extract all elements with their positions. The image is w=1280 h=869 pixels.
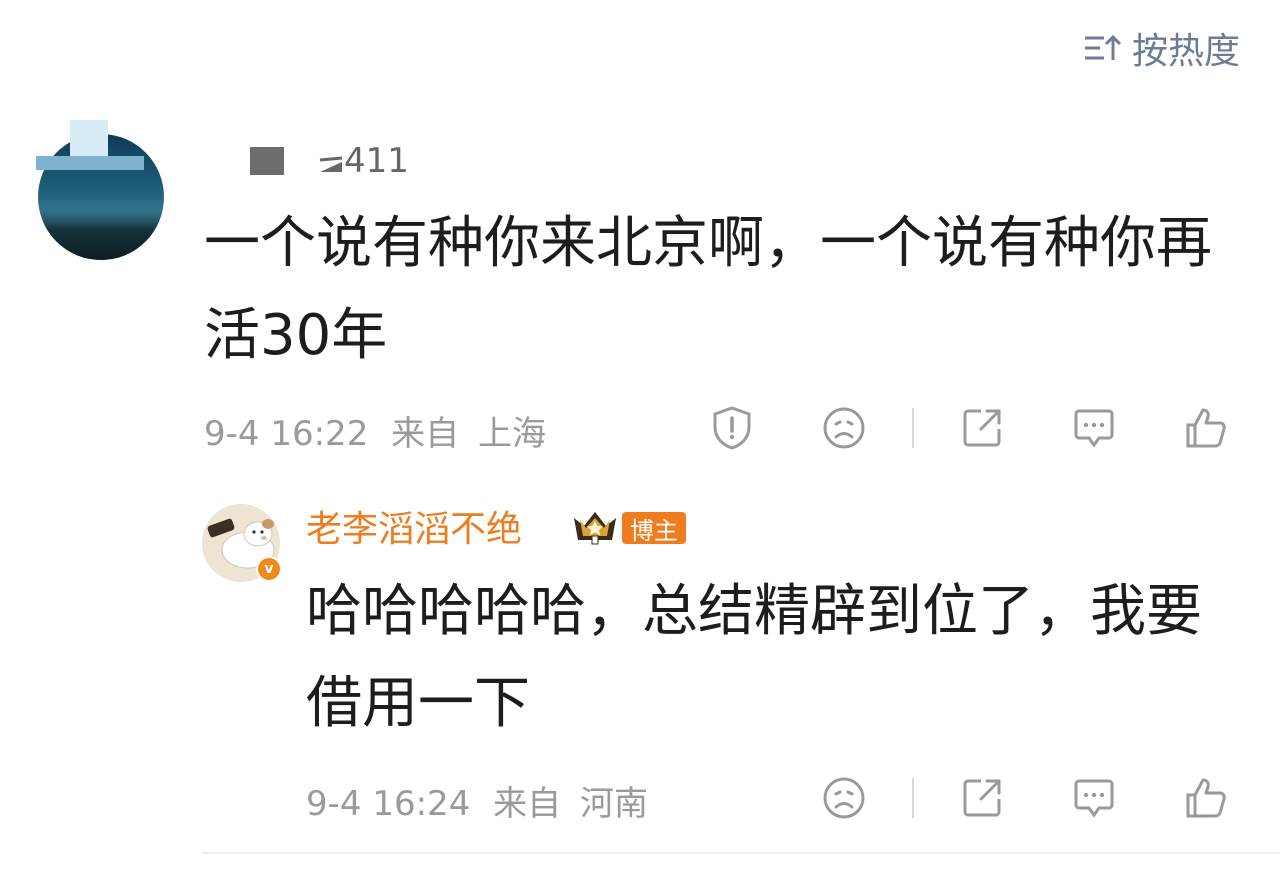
- source-prefix: 来自: [493, 784, 562, 824]
- comment-icon[interactable]: [1070, 774, 1118, 822]
- crown-icon: [570, 506, 620, 550]
- sort-label: 按热度: [1131, 31, 1240, 72]
- comment-time: 9-4 16:22: [204, 414, 369, 454]
- dislike-icon[interactable]: [820, 404, 868, 452]
- redacted-name-block: [250, 147, 284, 175]
- action-separator: [912, 778, 914, 818]
- like-icon[interactable]: [1182, 404, 1230, 452]
- verified-v-icon: v: [256, 556, 282, 582]
- reply-time: 9-4 16:24: [306, 784, 471, 824]
- sort-by-heat-icon: [1082, 30, 1122, 66]
- reply-actions: [820, 774, 1230, 822]
- avatar-landscape: [38, 210, 164, 260]
- blurred-avatar-patch: [36, 156, 144, 170]
- source-prefix: 来自: [391, 414, 460, 454]
- report-icon[interactable]: [708, 404, 756, 452]
- reply-text: 哈哈哈哈哈，总结精辟到位了，我要借用一下: [306, 579, 1202, 736]
- sort-control[interactable]: 按热度: [1082, 22, 1240, 74]
- dislike-icon[interactable]: [820, 774, 868, 822]
- comment-actions: [708, 404, 1230, 452]
- share-icon[interactable]: [958, 404, 1006, 452]
- comment-location: 上海: [477, 414, 546, 454]
- comment-icon[interactable]: [1070, 404, 1118, 452]
- reply-username[interactable]: 老李滔滔不绝: [306, 500, 522, 552]
- comment-username[interactable]: 411: [250, 140, 409, 182]
- comment-meta: 9-4 16:22 来自 上海: [204, 406, 546, 455]
- blogger-badge: 博主: [622, 512, 686, 545]
- username-text: 411: [318, 141, 409, 181]
- share-icon[interactable]: [958, 774, 1006, 822]
- reply-meta: 9-4 16:24 来自 河南: [306, 776, 648, 825]
- action-separator: [912, 408, 914, 448]
- reply-location: 河南: [579, 784, 648, 824]
- bottom-divider: [202, 852, 1280, 854]
- like-icon[interactable]: [1182, 774, 1230, 822]
- comment-text: 一个说有种你来北京啊，一个说有种你再活30年: [204, 211, 1212, 368]
- redacted-mark-icon: [319, 156, 343, 172]
- blurred-avatar-patch: [70, 120, 108, 158]
